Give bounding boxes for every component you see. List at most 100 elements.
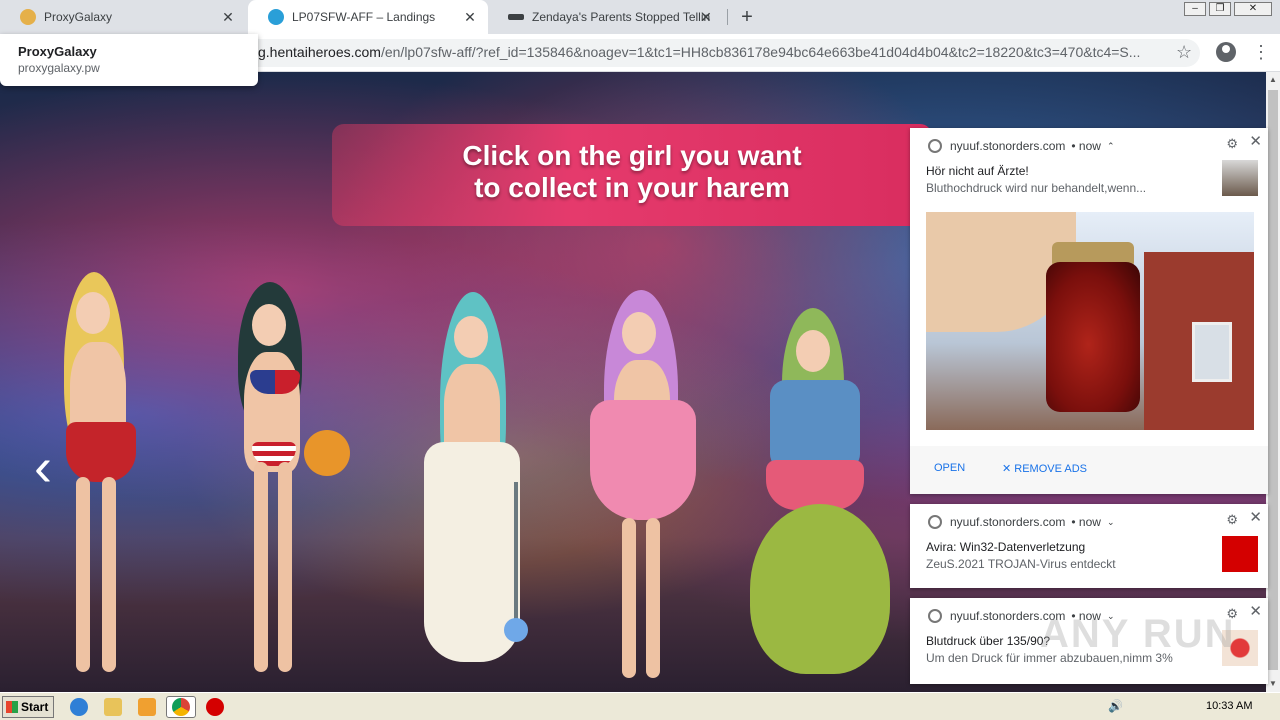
notification-actions: OPEN ✕ REMOVE ADS — [910, 446, 1268, 494]
character-leg — [646, 518, 660, 678]
close-icon[interactable]: ✕ — [1249, 604, 1262, 620]
hh-favicon-icon — [268, 9, 284, 25]
chrome-icon — [928, 609, 942, 623]
notification-time: • now — [1071, 139, 1101, 153]
chrome-icon — [928, 515, 942, 529]
character-bikini[interactable] — [218, 282, 350, 692]
character-skirt — [766, 460, 864, 510]
window-shape — [1192, 322, 1232, 382]
page-scrollbar[interactable]: ▲ ▼ — [1266, 72, 1280, 692]
chevron-up-icon[interactable]: ⌃ — [1107, 141, 1115, 152]
minimize-button[interactable]: ‒ — [1184, 2, 1206, 16]
character-blonde[interactable] — [58, 272, 148, 692]
tab-title: Zendaya's Parents Stopped Telling H — [532, 10, 710, 24]
scroll-up-icon[interactable]: ▲ — [1266, 72, 1280, 88]
start-button[interactable]: Start — [2, 696, 54, 718]
notification-avira[interactable]: nyuuf.stonorders.com • now ⌄ ⚙ ✕ Avira: … — [910, 504, 1268, 588]
character-teal[interactable] — [404, 292, 534, 692]
hover-card-title: ProxyGalaxy — [18, 44, 97, 59]
character-face — [454, 316, 488, 358]
close-icon[interactable]: ✕ — [698, 9, 714, 25]
close-icon: ✕ — [1002, 463, 1015, 475]
headline-line-2: to collect in your harem — [474, 172, 790, 203]
notification-expanded[interactable]: nyuuf.stonorders.com • now ⌃ ⚙ ✕ Hör nic… — [910, 128, 1268, 494]
new-tab-button[interactable]: + — [736, 6, 758, 28]
notification-title: Blutdruck über 135/90? — [926, 634, 1051, 648]
hover-card-url: proxygalaxy.pw — [18, 61, 100, 75]
chrome-icon — [928, 139, 942, 153]
character-bikini-top — [250, 370, 300, 394]
character-face — [252, 304, 286, 346]
character-leg — [102, 477, 116, 672]
snake-tail-icon — [750, 504, 890, 674]
speaker-icon[interactable]: 🔊 — [1108, 699, 1123, 713]
headline-text: Click on the girl you want to collect in… — [332, 140, 932, 204]
url-text[interactable]: g.hentaiheroes.com/en/lp07sfw-aff/?ref_i… — [258, 44, 1163, 60]
close-icon[interactable]: ✕ — [220, 9, 236, 25]
remove-ads-button[interactable]: ✕ REMOVE ADS — [1002, 462, 1087, 475]
ie-icon[interactable] — [70, 698, 88, 716]
remove-ads-label: REMOVE ADS — [1014, 463, 1088, 475]
notification-source: nyuuf.stonorders.com — [950, 515, 1066, 529]
folder-icon[interactable] — [104, 698, 122, 716]
gear-icon[interactable]: ⚙ — [1226, 136, 1238, 152]
windows-flag-icon — [6, 701, 18, 713]
tab-strip: ProxyGalaxy ✕ LP07SFW-AFF – Landings ✕ Z… — [0, 0, 1280, 34]
menu-kebab-icon[interactable]: ⋮ — [1252, 42, 1270, 62]
tab-proxygalaxy[interactable]: ProxyGalaxy ✕ — [0, 0, 246, 34]
notification-header: nyuuf.stonorders.com • now ⌄ — [928, 515, 1115, 529]
close-icon[interactable]: ✕ — [1249, 134, 1262, 150]
scroll-down-icon[interactable]: ▼ — [1266, 676, 1280, 692]
tab-landings[interactable]: LP07SFW-AFF – Landings ✕ — [248, 0, 488, 34]
character-naga[interactable] — [730, 308, 900, 692]
headline-line-1: Click on the girl you want — [462, 140, 802, 171]
notification-image — [926, 212, 1254, 430]
character-jacket — [770, 380, 860, 470]
chevron-down-icon[interactable]: ⌄ — [1107, 517, 1115, 528]
open-button[interactable]: OPEN — [934, 462, 965, 474]
key-favicon-icon — [508, 14, 524, 20]
window-close-button[interactable]: ✕ — [1234, 2, 1272, 16]
taskbar: Start 🔊 10:33 AM — [0, 692, 1280, 720]
notification-body: ZeuS.2021 TROJAN-Virus entdeckt — [926, 557, 1116, 571]
character-pink[interactable] — [584, 290, 704, 690]
doctor-thumbnail — [1222, 160, 1258, 196]
ball-icon — [304, 430, 350, 476]
gear-icon[interactable]: ⚙ — [1226, 512, 1238, 528]
bookmark-star-icon[interactable]: ☆ — [1176, 42, 1192, 62]
scrollbar-thumb[interactable] — [1268, 90, 1278, 670]
notification-time: • now — [1071, 515, 1101, 529]
clock[interactable]: 10:33 AM — [1206, 700, 1252, 712]
tab-zendaya[interactable]: Zendaya's Parents Stopped Telling H ✕ — [488, 0, 724, 34]
notification-title: Avira: Win32-Datenverletzung — [926, 540, 1086, 554]
restore-button[interactable]: ❐ — [1209, 2, 1231, 16]
tab-title: LP07SFW-AFF – Landings — [292, 10, 436, 24]
character-face — [622, 312, 656, 354]
notification-title: Hör nicht auf Ärzte! — [926, 164, 1029, 178]
media-player-icon[interactable] — [138, 698, 156, 716]
close-icon[interactable]: ✕ — [462, 9, 478, 25]
close-icon[interactable]: ✕ — [1249, 510, 1262, 526]
character-face — [796, 330, 830, 372]
character-dress — [590, 400, 696, 520]
staff-icon — [514, 482, 518, 622]
notification-header: nyuuf.stonorders.com • now ⌃ — [928, 139, 1115, 153]
character-skirt — [66, 422, 136, 482]
tab-hover-card: ProxyGalaxy proxygalaxy.pw — [0, 34, 258, 86]
warning-icon[interactable] — [206, 698, 224, 716]
system-tray: 🔊 — [1108, 699, 1123, 713]
jar-shape — [1046, 262, 1140, 412]
chrome-icon — [172, 698, 190, 716]
previous-arrow-icon[interactable]: ‹ — [34, 440, 52, 494]
character-leg — [278, 462, 292, 672]
avira-logo-icon — [1222, 536, 1258, 572]
character-leg — [254, 462, 268, 672]
profile-avatar-icon[interactable] — [1216, 42, 1236, 62]
notification-source: nyuuf.stonorders.com — [950, 139, 1066, 153]
notification-body: Bluthochdruck wird nur behandelt,wenn... — [926, 181, 1147, 195]
watermark: ANY RUN — [1040, 612, 1236, 656]
url-path: /en/lp07sfw-aff/?ref_id=135846&noagev=1&… — [380, 44, 1141, 60]
orb-icon — [504, 618, 528, 642]
character-leg — [76, 477, 90, 672]
tab-separator — [727, 9, 728, 25]
